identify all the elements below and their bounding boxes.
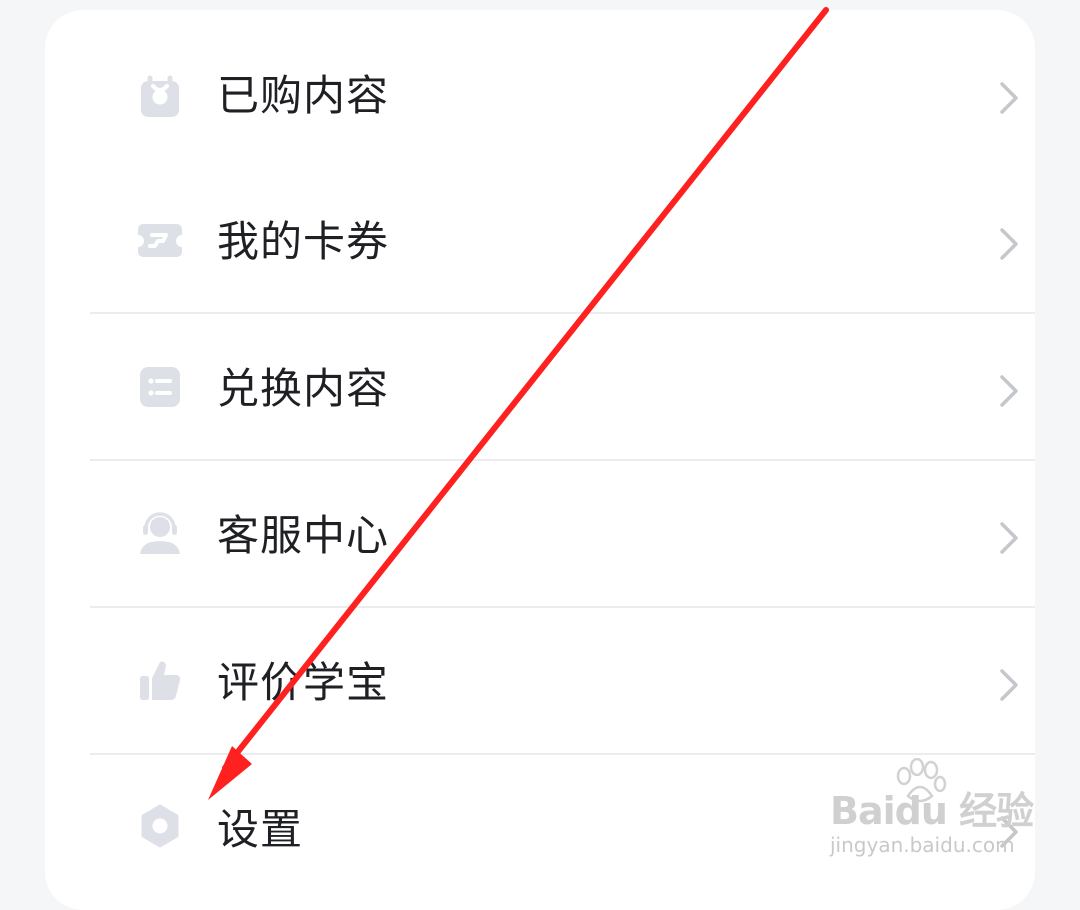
menu-item-label: 设置 [217, 805, 304, 854]
settings-hexagon-icon [141, 804, 179, 848]
menu-item-rate-app[interactable]: 评价学宝 [90, 606, 1035, 752]
menu-item-label: 评价学宝 [217, 658, 390, 707]
menu-item-customer-service[interactable]: 客服中心 [90, 459, 1035, 605]
chevron-right-icon [1000, 82, 1018, 114]
list-card-icon [140, 367, 180, 407]
purchased-bag-icon [141, 75, 179, 117]
ticket-icon [138, 224, 182, 257]
headset-agent-icon [140, 512, 180, 554]
menu-item-label: 我的卡券 [217, 217, 390, 266]
chevron-right-icon [1000, 375, 1018, 407]
watermark-brand: Baidu 经验 [830, 789, 1034, 833]
menu-item-coupons[interactable]: 我的卡券 [90, 169, 1035, 315]
menu-item-label: 已购内容 [217, 71, 390, 120]
thumbs-up-icon [140, 661, 181, 701]
watermark-url: jingyan.baidu.com [830, 833, 1015, 857]
menu-item-label: 兑换内容 [217, 364, 390, 413]
chevron-right-icon [1000, 522, 1018, 554]
chevron-right-icon [1000, 669, 1018, 701]
menu-item-label: 客服中心 [217, 511, 390, 560]
menu-item-purchased[interactable]: 已购内容 [90, 23, 1035, 169]
menu-card: 已购内容 我的卡券 兑换内容 客服中心 评价学宝 设置 [45, 10, 1035, 910]
chevron-right-icon [1000, 228, 1018, 260]
menu-item-redeem[interactable]: 兑换内容 [90, 312, 1035, 458]
